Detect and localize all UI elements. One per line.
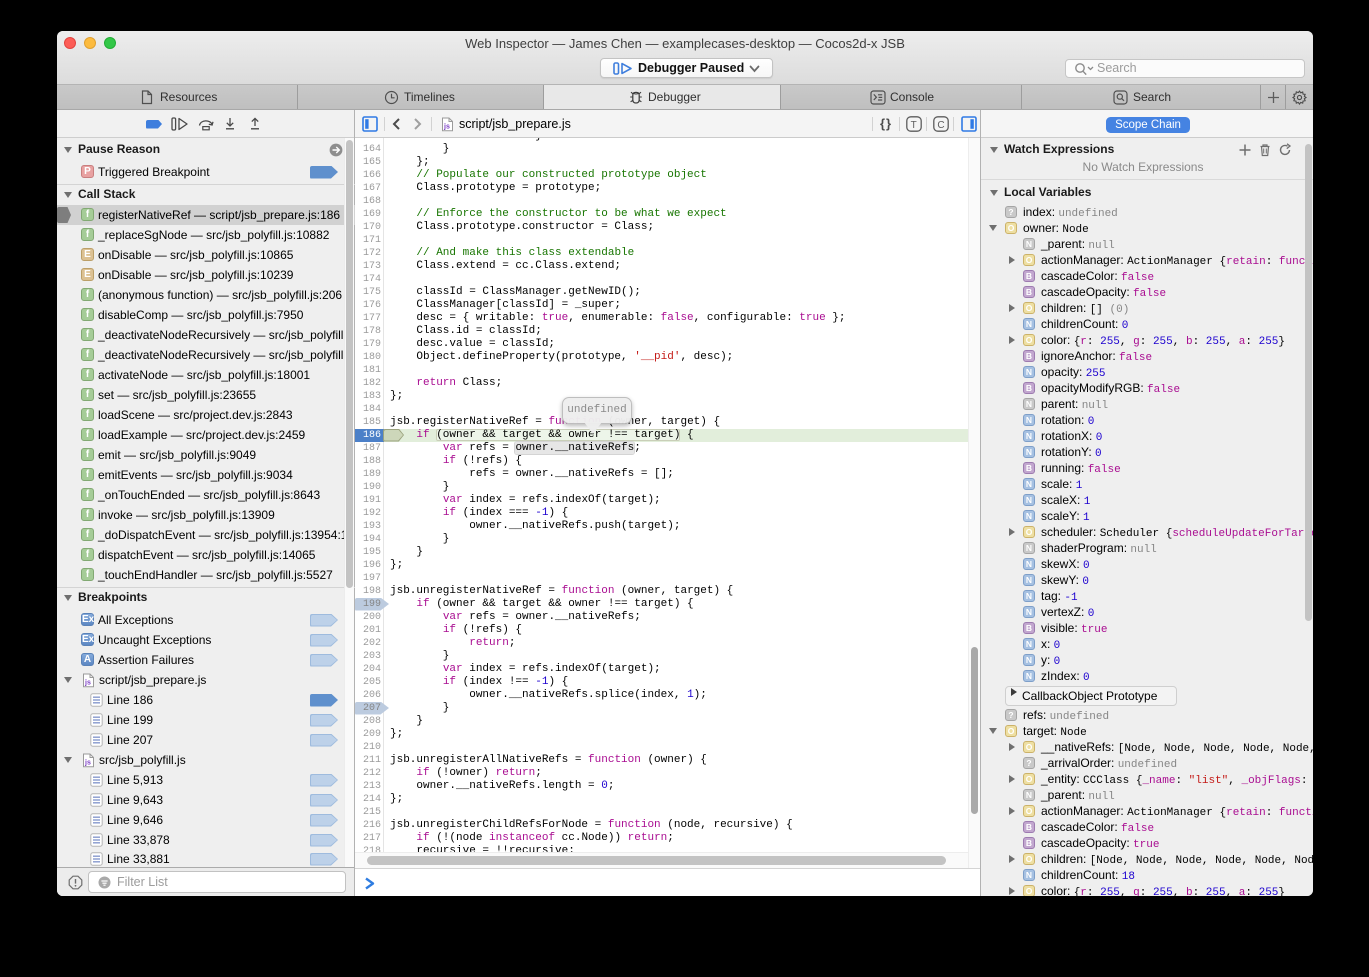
svg-text:js: js bbox=[84, 679, 91, 686]
svg-text:js: js bbox=[443, 123, 450, 130]
svg-text:T: T bbox=[911, 120, 917, 131]
svg-text:C: C bbox=[937, 120, 944, 131]
svg-text:js: js bbox=[84, 759, 91, 766]
